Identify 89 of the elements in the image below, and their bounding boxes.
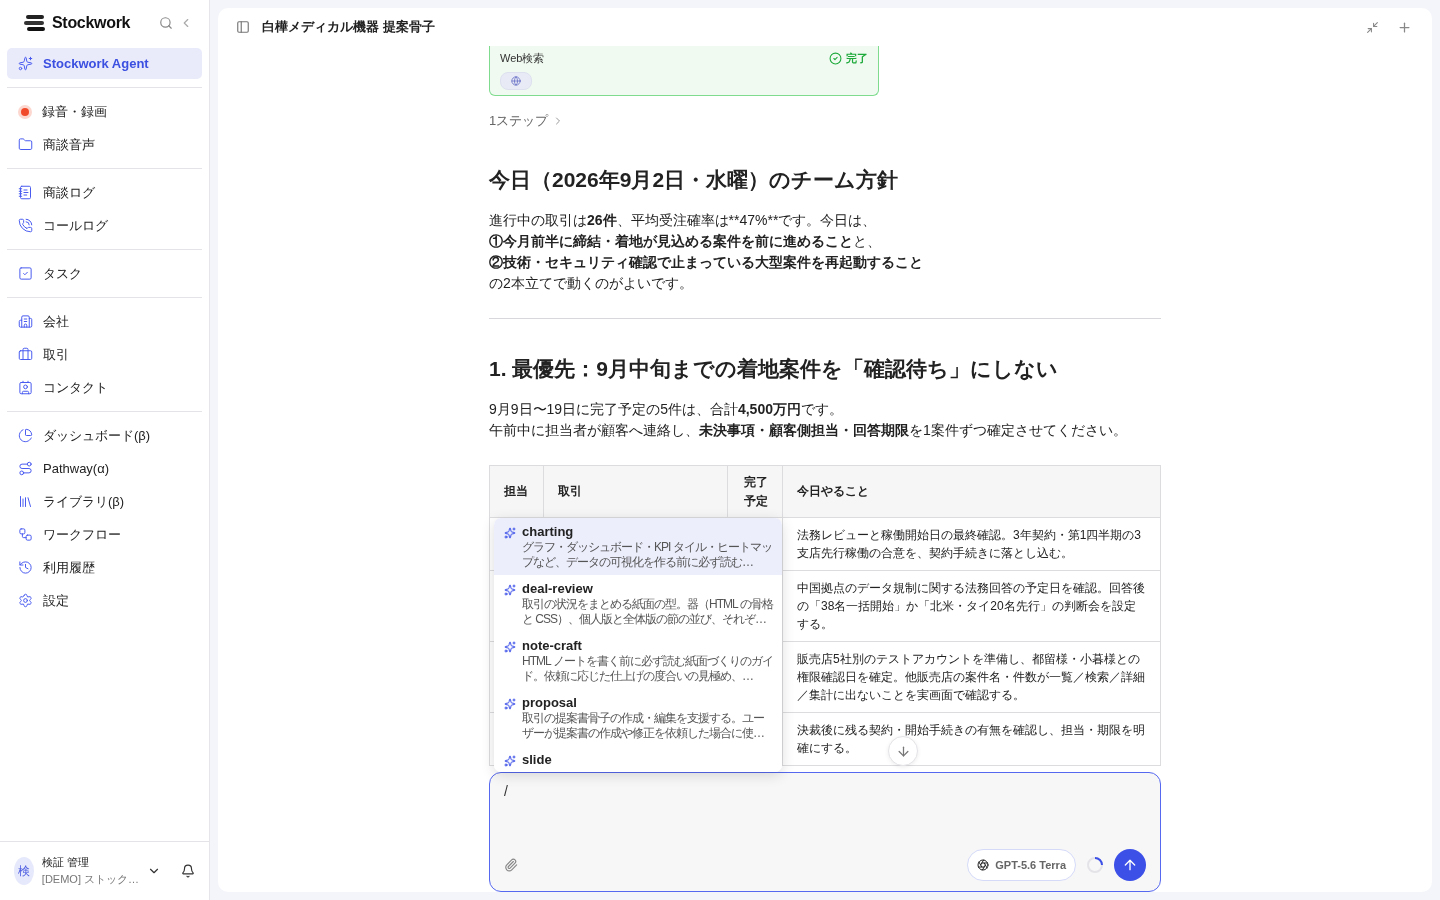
- skill-item[interactable]: charting グラフ・ダッシュボード・KPI タイル・ヒートマップなど、データの可視化を作る前に必ず読む…: [494, 518, 782, 575]
- nav-icon: [18, 461, 33, 476]
- sparkle-icon: [504, 527, 516, 539]
- skill-description: 取引の状況をまとめる紙面の型。器（HTML の骨格と CSS）、個人版と全体版の節の並び、それぞ…: [522, 597, 774, 627]
- skill-name: proposal: [522, 695, 578, 710]
- loading-spinner-icon: [1086, 856, 1104, 874]
- skill-item[interactable]: deal-review 取引の状況をまとめる紙面の型。器（HTML の骨格と CSS）、個人版と全体版の節の並び、それぞ…: [494, 575, 782, 632]
- paperclip-icon: [504, 858, 518, 872]
- plus-icon: [1397, 19, 1412, 35]
- section-heading: 1. 最優先：9月中旬までの着地案件を「確認待ち」にしない: [489, 356, 1060, 383]
- skill-description: グラフ・ダッシュボード・KPI タイル・ヒートマップなど、データの可視化を作る前に必ず読む…: [522, 540, 773, 570]
- model-selector[interactable]: GPT-5.6 Terra: [967, 849, 1076, 881]
- panel-toggle-button[interactable]: [236, 20, 250, 34]
- column-header: 今日やること: [782, 465, 1161, 518]
- notifications-button[interactable]: [181, 864, 195, 878]
- message-input[interactable]: /: [504, 783, 1146, 799]
- skill-name: slide: [522, 752, 553, 767]
- sidebar-item[interactable]: 商談ログ: [7, 177, 202, 208]
- record-icon: [21, 107, 29, 116]
- column-header: 取引: [543, 465, 728, 518]
- skill-description: HTML ノートを書く前に必ず読む紙面づくりのガイド。依頼に応じた仕上げの度合いの見極め、…: [522, 654, 774, 684]
- sidebar-item[interactable]: 会社: [7, 306, 202, 337]
- nav-icon: [18, 560, 33, 575]
- sparkle-icon: [504, 641, 516, 653]
- skill-name: charting: [522, 524, 575, 539]
- nav-icon: [18, 218, 33, 233]
- bell-icon: [181, 864, 195, 878]
- send-button[interactable]: [1114, 849, 1146, 881]
- skill-item[interactable]: proposal 取引の提案書骨子の作成・編集を支援する。ユーザーが提案書の作成や修正を依頼した場合に使…: [494, 689, 782, 746]
- minimize-button[interactable]: [1366, 20, 1379, 34]
- check-circle-icon: [829, 52, 842, 65]
- sidebar-item[interactable]: Pathway(α): [7, 453, 202, 484]
- sidebar-item[interactable]: コンタクト: [7, 372, 202, 403]
- scroll-down-button[interactable]: [888, 736, 918, 766]
- nav-icon: [18, 428, 33, 443]
- attach-button[interactable]: [504, 858, 518, 872]
- arrow-down-icon: [895, 743, 911, 759]
- nav-icon: [18, 56, 33, 71]
- nav-icon: [18, 494, 33, 509]
- user-avatar: 検: [14, 857, 34, 885]
- user-name: 検証 管理: [41, 855, 90, 870]
- brand-name: Stockwork: [52, 14, 132, 32]
- skill-item[interactable]: slide: [494, 746, 782, 772]
- panel-icon: [236, 20, 250, 34]
- skill-item[interactable]: note-craft HTML ノートを書く前に必ず読む紙面づくりのガイド。依頼に応じた仕上げの度合いの見極め、…: [494, 632, 782, 689]
- sidebar-item[interactable]: 利用履歴: [7, 552, 202, 583]
- skill-name: deal-review: [522, 581, 594, 596]
- sidebar-item[interactable]: ダッシュボード(β): [7, 420, 202, 451]
- skill-name: note-craft: [522, 638, 583, 653]
- column-header: 完了予定: [727, 465, 783, 518]
- skill-description: 取引の提案書骨子の作成・編集を支援する。ユーザーが提案書の作成や修正を依頼した場合に使…: [522, 711, 765, 741]
- sidebar-item[interactable]: 録音・録画: [7, 96, 202, 127]
- globe-icon: [511, 76, 521, 86]
- sidebar-item[interactable]: ワークフロー: [7, 519, 202, 550]
- nav-icon: [18, 347, 33, 362]
- nav-icon: [18, 314, 33, 329]
- sidebar-item[interactable]: ライブラリ(β): [7, 486, 202, 517]
- user-org: [DEMO] ストック…: [41, 872, 139, 887]
- search-button[interactable]: [159, 16, 173, 30]
- aperture-icon: [977, 859, 990, 871]
- nav-icon: [18, 527, 33, 542]
- sparkle-icon: [504, 584, 516, 596]
- sparkle-icon: [504, 698, 516, 710]
- nav-icon: [18, 380, 33, 395]
- section-paragraph: 進行中の取引は26件、平均受注確率は**47%**です。今日は、 ①今月前半に締結・着地が見込める案件を前に進めること と、 ②技術・セキュリティ確認で止まっている大型案件を再起動すること の2本立てで動くのがよいです。: [489, 211, 924, 293]
- message-composer[interactable]: / GPT-5.6 Terra: [489, 772, 1161, 892]
- nav-icon: [18, 185, 33, 200]
- sidebar-item[interactable]: コールログ: [7, 210, 202, 241]
- add-button[interactable]: [1397, 19, 1412, 35]
- sidebar-item[interactable]: 商談音声: [7, 129, 202, 160]
- steps-toggle[interactable]: 1ステップ: [489, 112, 549, 130]
- logo-icon: [24, 15, 46, 31]
- search-icon: [159, 16, 173, 30]
- sidebar-item[interactable]: 設定: [7, 585, 202, 616]
- minimize-icon: [1366, 20, 1379, 34]
- sidebar-item[interactable]: Stockwork Agent: [7, 48, 202, 79]
- nav-icon: [18, 593, 33, 608]
- sidebar-item[interactable]: タスク: [7, 258, 202, 289]
- tool-label: Web検索: [500, 51, 545, 66]
- sidebar-item[interactable]: 取引: [7, 339, 202, 370]
- section-heading: 今日（2026年9月2日・水曜）のチーム方針: [489, 167, 900, 193]
- document-title: 白樺メディカル機器 提案骨子: [262, 18, 436, 36]
- section-paragraph: 9月9日〜19日に完了予定の5件は、合計4,500万円です。 午前中に担当者が顧客へ連絡し、未決事項・顧客側担当・回答期限を1案件ずつ確定させてください。: [489, 400, 1128, 440]
- nav-icon: [18, 137, 33, 152]
- status-label: 完了: [846, 51, 868, 66]
- column-header: 担当: [489, 465, 544, 518]
- nav-icon: [18, 266, 33, 281]
- table-cell: 法務レビューと稼働開始日の最終確認。3年契約・第1四半期の3支店先行稼働の合意を、契約手続きに落とし込む。: [782, 517, 1161, 571]
- sparkle-icon: [504, 755, 516, 767]
